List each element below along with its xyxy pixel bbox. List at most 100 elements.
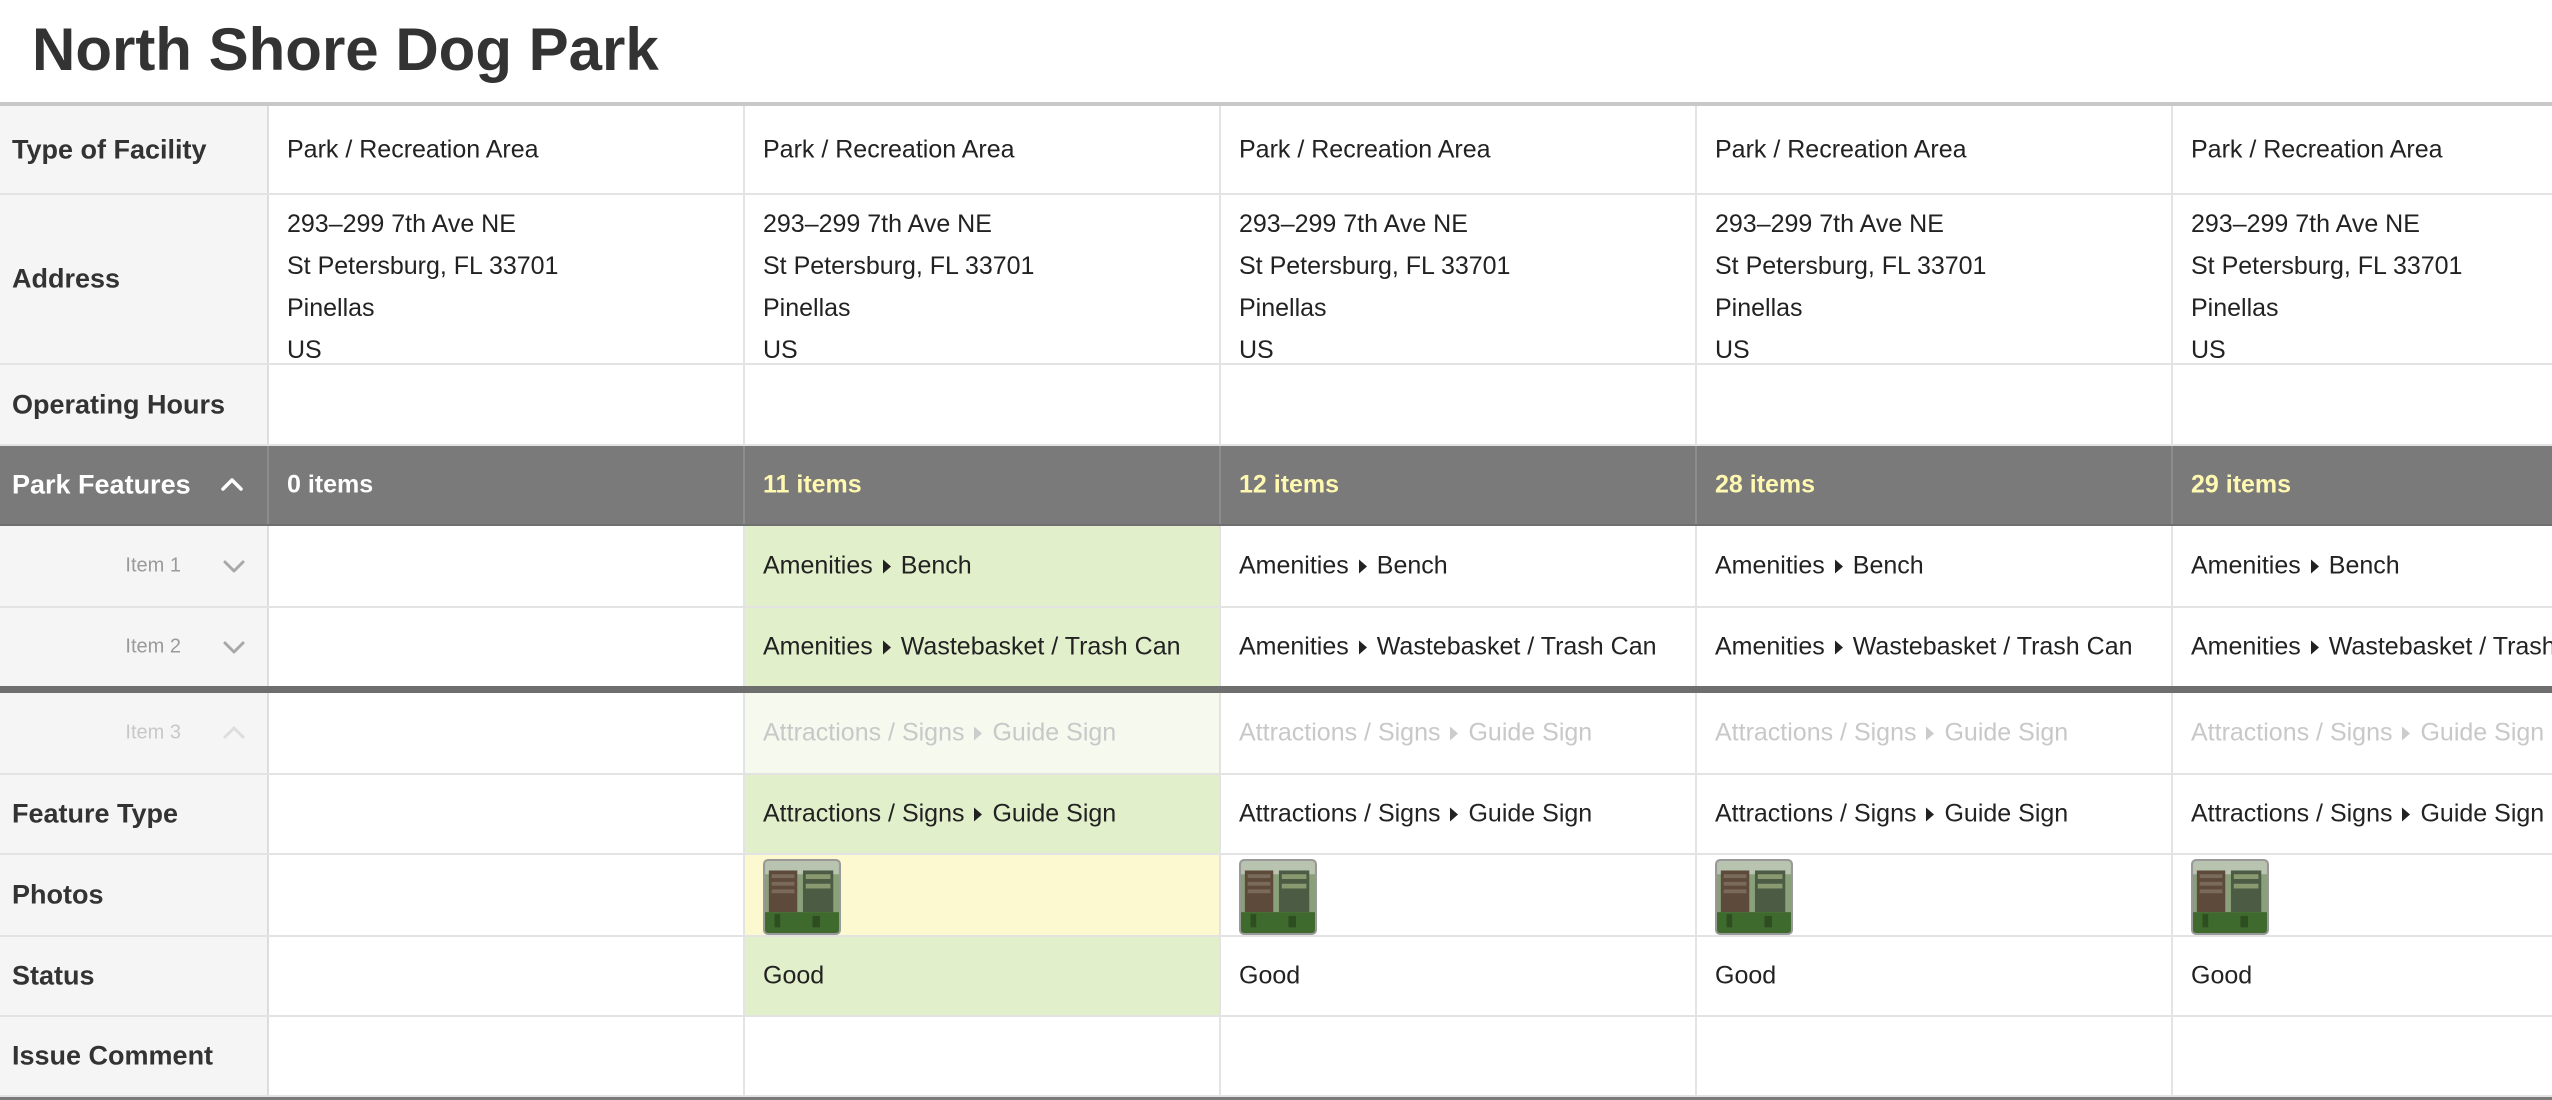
row-label-photos-text: Photos: [12, 879, 104, 910]
chevron-down-icon[interactable]: [221, 553, 247, 579]
breadcrumb: Amenities Bench: [763, 552, 972, 581]
park-features-count-cell: 0 items: [269, 446, 745, 524]
caret-right-icon: [882, 640, 891, 654]
breadcrumb: Amenities Wastebasket / Trash Can: [763, 633, 1181, 662]
row-label-type-of-facility-text: Type of Facility: [12, 134, 207, 164]
row-photos: Photos: [0, 855, 2552, 937]
feature-type-cell: Attractions / Signs Guide Sign: [1697, 775, 2173, 853]
feature-item-cell: Amenities Bench: [2173, 526, 2552, 606]
row-item-1-label[interactable]: Item 1: [0, 526, 269, 606]
caret-right-icon: [974, 726, 983, 740]
issue-comment-cell: [1221, 1017, 1697, 1095]
status-cell: Good: [2173, 937, 2552, 1015]
row-park-features: Park Features 0 items 11 items 12 items 28 i…: [0, 446, 2552, 526]
row-issue-comment: Issue Comment: [0, 1017, 2552, 1097]
chevron-down-icon[interactable]: [221, 634, 247, 660]
breadcrumb-subcategory: Guide Sign: [2420, 799, 2545, 828]
feature-item-cell: Amenities Wastebasket / Trash Can: [745, 608, 1221, 686]
row-item-2-label[interactable]: Item 2: [0, 608, 269, 686]
photos-cell: [2173, 855, 2552, 935]
park-features-count-cell: 28 items: [1697, 446, 2173, 524]
address-line: Pinellas: [1239, 294, 1327, 322]
breadcrumb: Attractions / Signs Guide Sign: [1715, 719, 2068, 748]
item-count: 28 items: [1715, 470, 1816, 499]
breadcrumb-category: Amenities: [2191, 632, 2301, 661]
sticky-header-divider: [0, 686, 2552, 693]
breadcrumb-subcategory: Wastebasket / Trash Can: [1376, 632, 1657, 661]
row-item-3-label[interactable]: Item 3: [0, 693, 269, 773]
chevron-up-icon[interactable]: [221, 720, 247, 746]
comparison-view: North Shore Dog Park Type of Facility Par…: [0, 0, 2552, 1100]
row-label-status: Status: [0, 937, 269, 1015]
photo-thumbnail[interactable]: [1715, 859, 1793, 935]
status-cell: [269, 937, 745, 1015]
address-cell: 293–299 7th Ave NE St Petersburg, FL 3370…: [269, 195, 745, 363]
item-number-label: Item 3: [125, 721, 181, 744]
row-item-1: Item 1 Amenities Bench Amenities Bench Amenit…: [0, 526, 2552, 608]
feature-item-cell: Attractions / Signs Guide Sign: [745, 693, 1221, 773]
breadcrumb: Amenities Bench: [1715, 552, 1924, 581]
address-line: US: [287, 336, 322, 363]
feature-item-cell: Attractions / Signs Guide Sign: [1221, 693, 1697, 773]
facility-type-value: Park / Recreation Area: [287, 135, 539, 163]
breadcrumb-category: Amenities: [763, 551, 873, 580]
facility-type-cell: Park / Recreation Area: [745, 106, 1221, 193]
photos-cell: [1221, 855, 1697, 935]
caret-right-icon: [1450, 726, 1459, 740]
caret-right-icon: [2310, 640, 2319, 654]
breadcrumb: Attractions / Signs Guide Sign: [1715, 800, 2068, 829]
item-count: 11 items: [763, 470, 862, 499]
row-address: Address 293–299 7th Ave NE St Petersburg, …: [0, 195, 2552, 365]
breadcrumb-subcategory: Bench: [1376, 551, 1448, 580]
breadcrumb: Amenities Bench: [2191, 552, 2400, 581]
address-lines: 293–299 7th Ave NE St Petersburg, FL 3370…: [1239, 203, 1510, 363]
breadcrumb: Attractions / Signs Guide Sign: [763, 800, 1116, 829]
address-line: 293–299 7th Ave NE: [2191, 210, 2420, 238]
breadcrumb-subcategory: Guide Sign: [1468, 799, 1593, 828]
breadcrumb-category: Attractions / Signs: [1715, 718, 1917, 747]
status-value: Good: [1715, 961, 1777, 990]
issue-comment-cell: [269, 1017, 745, 1095]
facility-type-cell: Park / Recreation Area: [2173, 106, 2552, 193]
breadcrumb-category: Amenities: [1239, 551, 1349, 580]
breadcrumb: Amenities Wastebasket / Trash Can: [1715, 633, 2133, 662]
feature-type-cell: Attractions / Signs Guide Sign: [1221, 775, 1697, 853]
operating-hours-cell: [1697, 365, 2173, 444]
breadcrumb-category: Attractions / Signs: [1715, 799, 1917, 828]
breadcrumb-category: Attractions / Signs: [2191, 718, 2393, 747]
row-label-status-text: Status: [12, 960, 95, 991]
caret-right-icon: [974, 807, 983, 821]
park-features-toggle[interactable]: Park Features: [0, 446, 269, 524]
address-line: US: [1715, 336, 1750, 363]
caret-right-icon: [1358, 640, 1367, 654]
feature-item-cell: Attractions / Signs Guide Sign: [2173, 693, 2552, 773]
facility-type-value: Park / Recreation Area: [1715, 135, 1967, 163]
caret-right-icon: [1834, 559, 1843, 573]
address-line: St Petersburg, FL 33701: [763, 252, 1035, 280]
address-cell: 293–299 7th Ave NE St Petersburg, FL 3370…: [2173, 195, 2552, 363]
breadcrumb: Attractions / Signs Guide Sign: [1239, 719, 1592, 748]
row-label-operating-hours-text: Operating Hours: [12, 389, 226, 419]
chevron-up-icon[interactable]: [219, 472, 245, 498]
breadcrumb-category: Amenities: [763, 632, 873, 661]
address-line: St Petersburg, FL 33701: [1715, 252, 1987, 280]
breadcrumb-subcategory: Guide Sign: [1944, 799, 2069, 828]
breadcrumb: Attractions / Signs Guide Sign: [2191, 800, 2544, 829]
breadcrumb-subcategory: Wastebasket / Trash Can: [1852, 632, 2133, 661]
address-cell: 293–299 7th Ave NE St Petersburg, FL 3370…: [1697, 195, 2173, 363]
item-count: 0 items: [287, 470, 374, 499]
address-line: Pinellas: [2191, 294, 2279, 322]
row-operating-hours: Operating Hours: [0, 365, 2552, 446]
breadcrumb-category: Amenities: [1715, 632, 1825, 661]
breadcrumb-subcategory: Guide Sign: [2420, 718, 2545, 747]
photo-thumbnail[interactable]: [1239, 859, 1317, 935]
status-cell: Good: [1221, 937, 1697, 1015]
feature-type-cell: Attractions / Signs Guide Sign: [2173, 775, 2552, 853]
breadcrumb-category: Attractions / Signs: [763, 799, 965, 828]
photo-thumbnail[interactable]: [763, 859, 841, 935]
breadcrumb: Amenities Bench: [1239, 552, 1448, 581]
photo-thumbnail[interactable]: [2191, 859, 2269, 935]
feature-item-cell: Amenities Wastebasket / Trash: [2173, 608, 2552, 686]
address-line: Pinellas: [287, 294, 375, 322]
address-line: Pinellas: [1715, 294, 1803, 322]
